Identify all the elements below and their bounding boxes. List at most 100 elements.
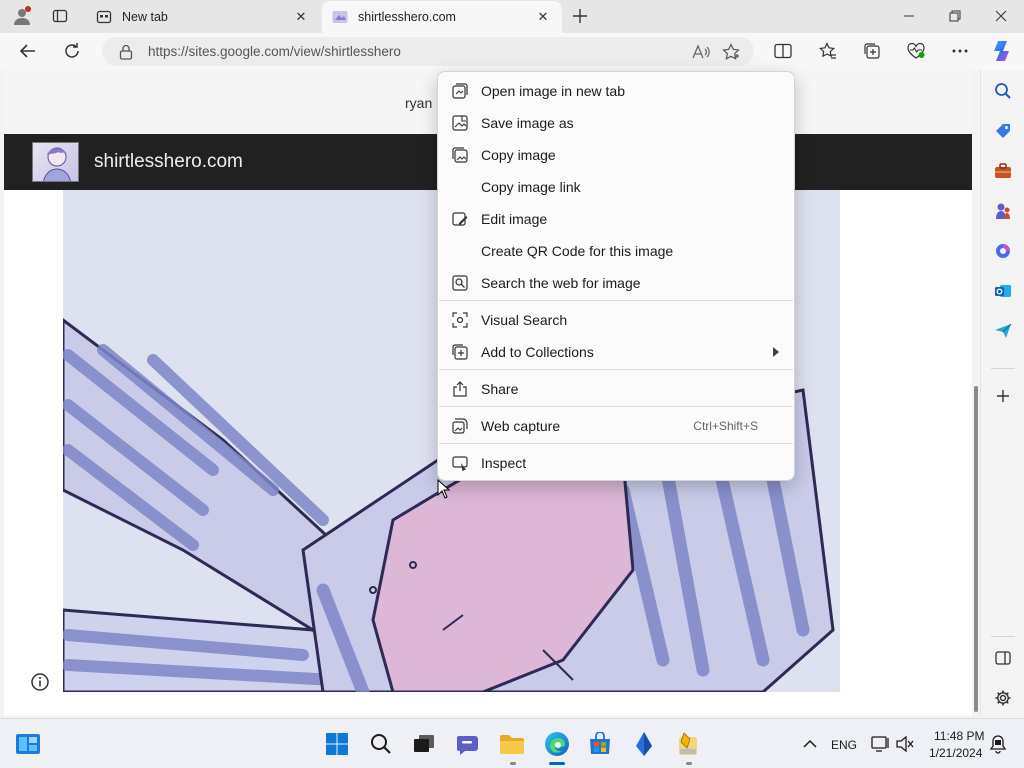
tab-shirtlesshero[interactable]: shirtlesshero.com ✕ [322, 1, 562, 33]
menu-item-open-image-new-tab[interactable]: Open image in new tab [442, 76, 792, 106]
lock-icon[interactable] [118, 44, 134, 60]
menu-item-web-capture[interactable]: Web capture Ctrl+Shift+S [442, 411, 792, 441]
menu-item-label: Copy image [481, 147, 556, 163]
copy-image-icon [452, 147, 468, 163]
menu-item-copy-image-link[interactable]: Copy image link [442, 172, 792, 202]
menu-item-add-to-collections[interactable]: Add to Collections [442, 337, 792, 367]
widgets-icon[interactable] [13, 729, 43, 759]
browser-essentials-icon[interactable] [901, 37, 931, 65]
save-image-icon [452, 115, 468, 131]
menu-item-copy-image[interactable]: Copy image [442, 140, 792, 170]
new-tab-button[interactable] [566, 4, 594, 28]
menu-item-label: Create QR Code for this image [481, 243, 674, 259]
web-capture-icon [452, 418, 468, 434]
search-icon[interactable] [366, 729, 396, 759]
menu-item-label: Add to Collections [481, 344, 594, 360]
menu-item-inspect[interactable]: Inspect [442, 448, 792, 478]
collections-icon[interactable] [857, 37, 887, 65]
menu-separator [439, 300, 793, 301]
drop-send-icon[interactable] [989, 317, 1017, 345]
favorites-icon[interactable] [813, 37, 843, 65]
clock-date[interactable]: 1/21/2024 [929, 746, 982, 760]
running-indicator-active [549, 762, 565, 765]
tab-title: shirtlesshero.com [358, 10, 456, 24]
refresh-button[interactable] [57, 37, 87, 65]
split-screen-icon[interactable] [768, 37, 798, 65]
menu-item-search-web-for-image[interactable]: Search the web for image [442, 268, 792, 298]
task-view-icon[interactable] [409, 729, 439, 759]
menu-item-edit-image[interactable]: Edit image [442, 204, 792, 234]
tools-briefcase-icon[interactable] [989, 157, 1017, 185]
pen-app-icon[interactable] [629, 729, 659, 759]
title-bar: New tab ✕ shirtlesshero.com ✕ [0, 0, 1024, 33]
copilot-icon[interactable] [987, 37, 1017, 65]
language-indicator[interactable]: ENG [831, 738, 857, 752]
edge-sidebar [980, 70, 1024, 716]
menu-item-label: Visual Search [481, 312, 568, 328]
teams-chat-icon[interactable] [453, 729, 483, 759]
menu-separator [439, 369, 793, 370]
menu-item-create-qr-code[interactable]: Create QR Code for this image [442, 236, 792, 266]
menu-item-label: Search the web for image [481, 275, 641, 291]
settings-more-icon[interactable] [945, 37, 975, 65]
menu-item-label: Save image as [481, 115, 574, 131]
start-windows-icon[interactable] [322, 729, 352, 759]
clock-time[interactable]: 11:48 PM [934, 729, 984, 743]
page-scrollbar[interactable] [972, 70, 980, 716]
site-logo[interactable] [32, 142, 79, 182]
close-tab-icon[interactable]: ✕ [292, 8, 310, 26]
search-image-icon [452, 275, 468, 291]
file-explorer-icon[interactable] [497, 729, 527, 759]
menu-item-visual-search[interactable]: Visual Search [442, 305, 792, 335]
visual-search-icon [452, 312, 468, 328]
volume-muted-icon[interactable] [890, 729, 920, 759]
games-icon[interactable] [989, 197, 1017, 225]
url-text[interactable]: https://sites.google.com/view/shirtlessh… [148, 44, 686, 59]
profile-icon[interactable] [8, 4, 36, 28]
sidebar-divider [991, 636, 1015, 637]
sidebar-settings-gear-icon[interactable] [989, 684, 1017, 712]
microsoft-365-icon[interactable] [989, 237, 1017, 265]
address-bar[interactable]: https://sites.google.com/view/shirtlessh… [102, 37, 754, 66]
tab-new-tab[interactable]: New tab ✕ [86, 1, 320, 33]
info-icon[interactable] [30, 672, 50, 692]
hide-sidebar-icon[interactable] [989, 644, 1017, 672]
site-owner-text: ryan [405, 95, 433, 111]
collections-icon [452, 344, 468, 360]
paint-app-icon[interactable] [673, 729, 703, 759]
close-tab-icon[interactable]: ✕ [534, 8, 552, 26]
menu-item-share[interactable]: Share [442, 374, 792, 404]
menu-item-label: Web capture [481, 418, 561, 434]
close-window-icon[interactable] [978, 0, 1024, 32]
open-new-tab-icon [452, 83, 468, 99]
menu-item-label: Share [481, 381, 519, 397]
favorite-star-icon[interactable] [716, 38, 746, 66]
read-aloud-icon[interactable] [686, 38, 716, 66]
menu-item-save-image-as[interactable]: Save image as [442, 108, 792, 138]
tab-actions-icon[interactable] [46, 4, 74, 28]
minimize-icon[interactable] [886, 0, 932, 32]
site-favicon-icon [332, 9, 348, 25]
menu-item-label: Edit image [481, 211, 548, 227]
back-button[interactable] [13, 37, 43, 65]
toolbar: https://sites.google.com/view/shirtlessh… [0, 33, 1024, 70]
sidebar-search-icon[interactable] [989, 77, 1017, 105]
inspect-icon [452, 455, 468, 472]
edit-image-icon [452, 211, 468, 227]
shopping-tag-icon[interactable] [989, 117, 1017, 145]
edge-browser-icon[interactable] [542, 729, 572, 759]
show-hidden-icons-chevron-up-icon[interactable] [795, 729, 825, 759]
restore-icon[interactable] [932, 0, 978, 32]
menu-item-shortcut: Ctrl+Shift+S [693, 419, 758, 433]
add-sidebar-app-icon[interactable] [989, 382, 1017, 410]
site-title[interactable]: shirtlesshero.com [94, 151, 243, 173]
scrollbar-thumb[interactable] [974, 386, 978, 712]
notification-bell-icon[interactable] [983, 729, 1013, 759]
outlook-icon[interactable] [989, 277, 1017, 305]
new-tab-icon [96, 9, 112, 25]
menu-item-label: Copy image link [481, 179, 581, 195]
submenu-arrow-icon [772, 346, 780, 358]
microsoft-store-icon[interactable] [585, 729, 615, 759]
menu-separator [439, 406, 793, 407]
taskbar: ENG 11:48 PM 1/21/2024 [0, 718, 1024, 768]
